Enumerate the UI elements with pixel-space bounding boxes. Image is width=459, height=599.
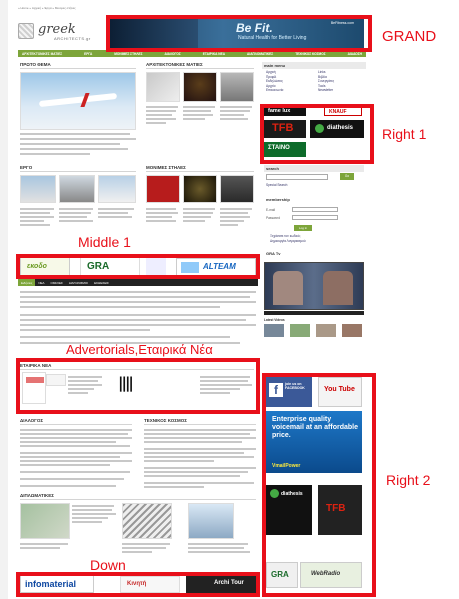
diplomatikes-thumb-2[interactable]	[122, 503, 172, 539]
special-search-link[interactable]: Special Search	[266, 183, 287, 187]
annotation-margin	[408, 0, 459, 599]
section-title-dialogos: ΔΙΑΛΟΓΟΣ	[20, 418, 44, 423]
video-thumb[interactable]	[264, 324, 284, 337]
monimes-thumb-2[interactable]	[183, 175, 217, 203]
video-thumb[interactable]	[290, 324, 310, 337]
ticker-tab[interactable]: ΕΚΘΕΣΕΙΣ	[91, 279, 112, 286]
nav-item[interactable]: ΔΙΑΔΟΣΗ	[348, 52, 362, 56]
breadcrumb[interactable]: » Home » Αρχική » Έργα » Μονιμες στήλες	[18, 6, 76, 10]
site-logo[interactable]: greek ARCHITECTS.gr	[18, 22, 98, 44]
nav-item[interactable]: ΑΡΧΙΤΕΚΤΟΝΙΚΕΣ ΜΑΤΙΕΣ	[22, 52, 62, 56]
diplomatikes-thumb-1[interactable]	[20, 503, 70, 539]
zone-box-advertorials	[16, 358, 260, 414]
zone-label-advertorials: Advertorials,Εταιρικά Νέα	[66, 342, 213, 357]
nav-item[interactable]: ΕΡΓΑ	[84, 52, 92, 56]
logo-word: greek	[38, 22, 76, 37]
nav-item[interactable]: ΔΙΑΛΟΓΟΣ	[164, 52, 180, 56]
zone-box-right2	[262, 373, 376, 597]
zone-label-middle1: Middle 1	[78, 234, 131, 250]
feature-text	[20, 132, 136, 155]
gra-tv-header: GRA Tv	[266, 251, 281, 256]
email-field[interactable]	[292, 207, 338, 212]
latest-videos-label: Latest Videos	[264, 318, 285, 322]
video-thumb[interactable]	[342, 324, 362, 337]
password-field[interactable]	[292, 215, 338, 220]
video-controls[interactable]	[264, 311, 364, 315]
monimes-thumb-1[interactable]	[146, 175, 180, 203]
left-gutter	[0, 0, 8, 599]
membership-header: membership	[266, 197, 290, 202]
news-ticker-tabs: Ειδήσεις ΝΕΑ ΟΜΙΛΙΕΣ ΔΙΑΓΩΝΙΣΜΟΙ ΕΚΘΕΣΕΙ…	[18, 279, 258, 286]
forgot-password-link[interactable]: Ξεχάσατε τον κωδικό;	[270, 234, 301, 238]
main-menu-header: main menu	[262, 62, 366, 69]
zone-box-grand	[106, 15, 372, 52]
erga-thumb-3[interactable]	[98, 175, 136, 203]
search-header: search	[264, 165, 364, 172]
email-label: E-mail	[266, 208, 276, 212]
menu-item[interactable]: Επικοινωνία	[266, 88, 283, 93]
monimes-thumb-3[interactable]	[220, 175, 254, 203]
zone-box-down	[16, 572, 260, 597]
ticker-tab[interactable]: ΝΕΑ	[35, 279, 47, 286]
erga-thumb-2[interactable]	[59, 175, 95, 203]
register-link[interactable]: Δημιουργία Λογαριασμού	[270, 239, 306, 243]
password-label: Password	[266, 216, 280, 220]
erga-thumb-1[interactable]	[20, 175, 56, 203]
section-title-proto: ΠΡΩΤΟ ΘΕΜΑ	[20, 62, 51, 67]
ticker-tab[interactable]: ΔΙΑΓΩΝΙΣΜΟΙ	[66, 279, 91, 286]
arch-thumb-1[interactable]	[146, 72, 180, 102]
nav-item[interactable]: ΕΤΑΙΡΙΚΑ ΝΕΑ	[203, 52, 225, 56]
zone-label-right2: Right 2	[386, 472, 431, 488]
zone-label-grand: GRAND	[382, 28, 437, 45]
video-thumb[interactable]	[316, 324, 336, 337]
search-input[interactable]	[266, 174, 328, 180]
video-player[interactable]	[264, 262, 364, 310]
section-title-arch: ΑΡΧΙΤΕΚΤΟΝΙΚΕΣ ΜΑΤΙΕΣ	[146, 62, 203, 67]
dialogos-list	[20, 428, 132, 487]
diplomatikes-thumb-3[interactable]	[188, 503, 234, 539]
logo-mark-icon	[18, 23, 34, 39]
section-title-erga: ΕΡΓΟ	[20, 165, 33, 170]
menu-item[interactable]: Newsletter	[318, 88, 334, 93]
airplane-shape	[38, 92, 118, 108]
logo-sub: ARCHITECTS.gr	[54, 36, 91, 41]
main-menu-right: Links Βιβλία Συνεργάτες Tools Newsletter	[318, 70, 334, 93]
nav-item[interactable]: ΔΙΑΠΛΟΜΑΤΙΚΕΣ	[247, 52, 273, 56]
login-button[interactable]: Log in	[294, 225, 312, 231]
zone-label-right1: Right 1	[382, 126, 427, 142]
ticker-tab[interactable]: ΟΜΙΛΙΕΣ	[47, 279, 65, 286]
arch-thumb-2[interactable]	[183, 72, 217, 102]
arch-thumb-3[interactable]	[220, 72, 254, 102]
nav-item[interactable]: ΤΕΧΝΙΚΟΣ ΚΟΣΜΟΣ	[295, 52, 325, 56]
zone-label-down: Down	[90, 557, 126, 573]
search-button[interactable]: Go	[340, 173, 354, 180]
section-title-texnikos: ΤΕΧΝΙΚΟΣ ΚΟΣΜΟΣ	[144, 418, 187, 423]
texnikos-list	[144, 428, 256, 488]
ticker-tab[interactable]: Ειδήσεις	[18, 279, 36, 286]
ticker-lines	[20, 290, 256, 344]
nav-item[interactable]: ΜΟΝΙΜΕΣ ΣΤΗΛΕΣ	[114, 52, 142, 56]
feature-image[interactable]	[20, 72, 136, 130]
zone-box-right1	[260, 104, 374, 164]
section-title-diplomatikes: ΔΙΠΛΩΜΑΤΙΚΕΣ	[20, 493, 54, 498]
section-title-monimes: ΜΟΝΙΜΕΣ ΣΤΗΛΕΣ	[146, 165, 186, 170]
main-menu-left: Αρχική Προφίλ Εκδηλώσεις Αρχείο Επικοινω…	[266, 70, 283, 93]
zone-box-middle1	[16, 254, 260, 279]
